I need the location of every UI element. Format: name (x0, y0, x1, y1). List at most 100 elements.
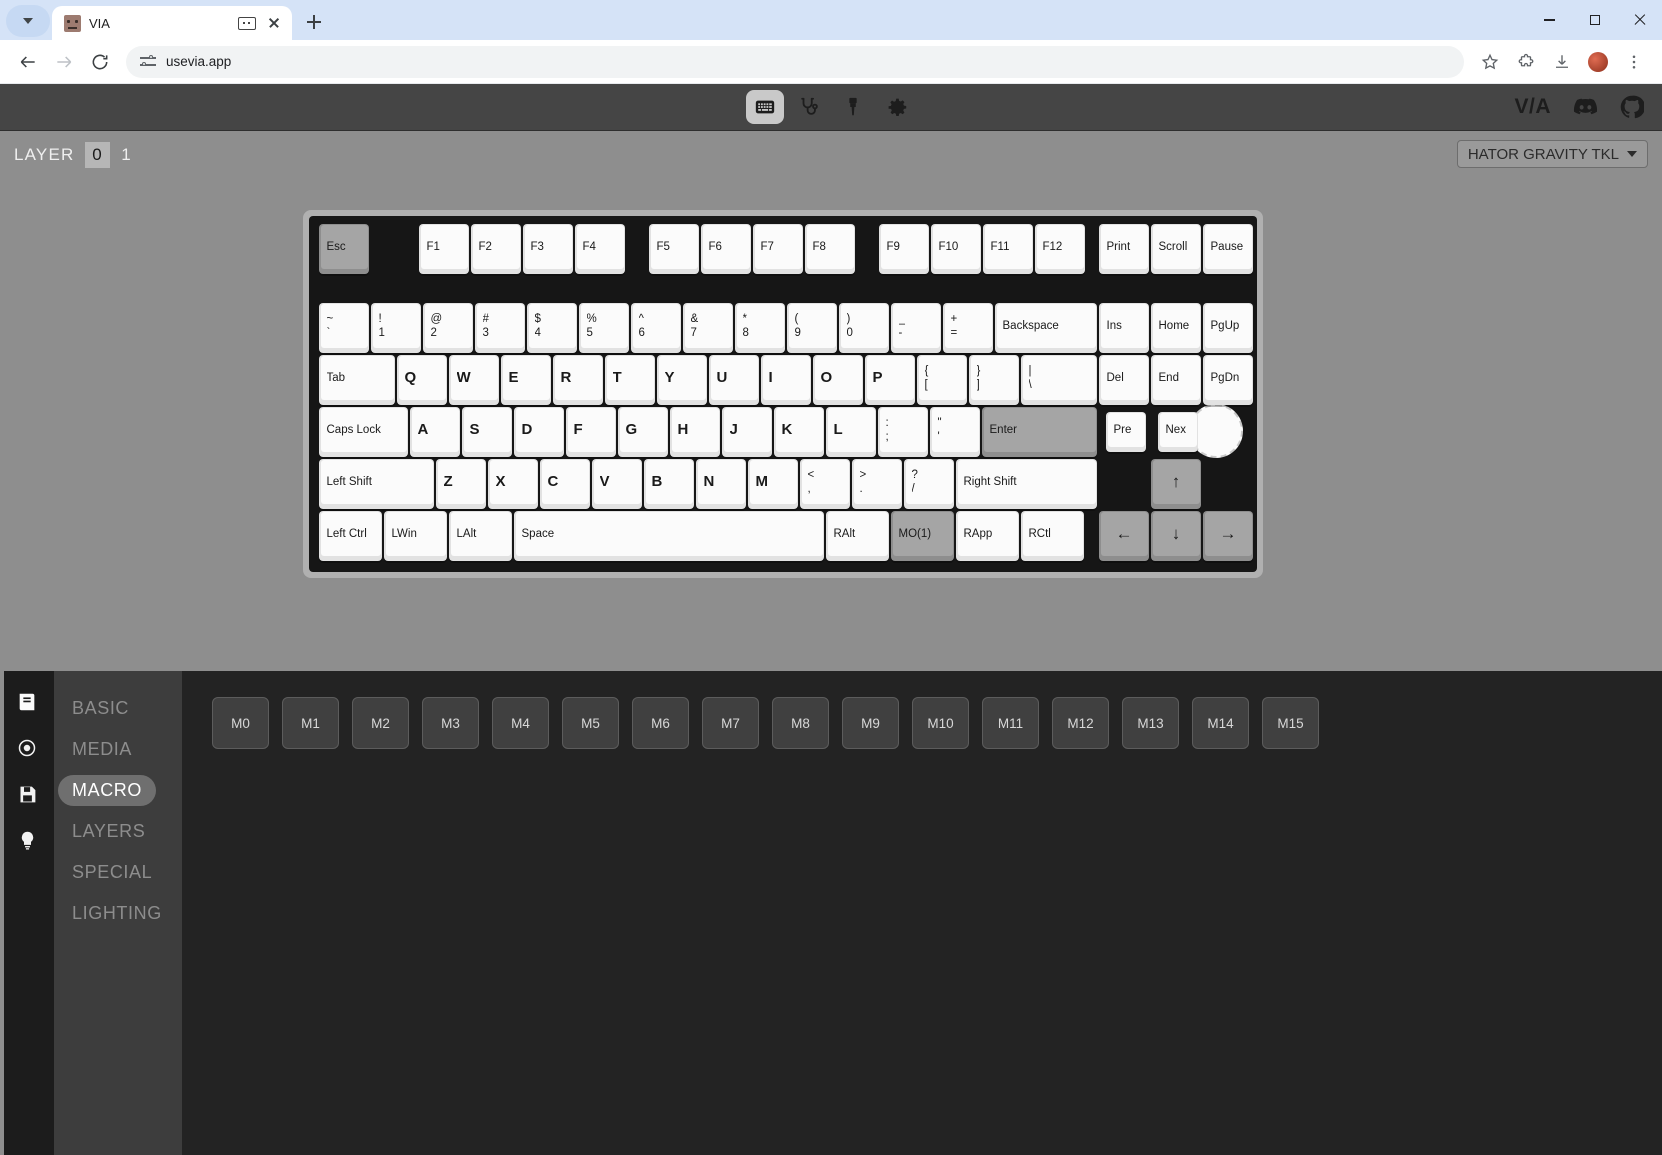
keycap[interactable]: ! 1 (371, 303, 421, 353)
keycap[interactable]: ? / (904, 459, 954, 509)
browser-tab[interactable]: VIA (52, 6, 292, 40)
keycap[interactable]: RCtl (1021, 511, 1084, 561)
macro-button[interactable]: M6 (632, 697, 689, 749)
keycap[interactable]: Enter (982, 407, 1097, 457)
reload-button[interactable] (84, 46, 116, 78)
keycap[interactable]: F4 (575, 224, 625, 274)
keycap[interactable]: Left Ctrl (319, 511, 382, 561)
keycap[interactable]: MO(1) (891, 511, 954, 561)
keycap[interactable]: % 5 (579, 303, 629, 353)
keycap[interactable]: * 8 (735, 303, 785, 353)
keycap[interactable]: H (670, 407, 720, 457)
keycap[interactable]: RApp (956, 511, 1019, 561)
keycap[interactable]: B (644, 459, 694, 509)
keycap[interactable]: >. (852, 459, 902, 509)
keycap[interactable]: Print (1099, 224, 1149, 274)
keycap[interactable]: F (566, 407, 616, 457)
keyboard-select[interactable]: HATOR GRAVITY TKL (1456, 140, 1648, 168)
keycap[interactable]: #3 (475, 303, 525, 353)
macro-button[interactable]: M5 (562, 697, 619, 749)
keycap[interactable]: Caps Lock (319, 407, 408, 457)
macro-button[interactable]: M10 (912, 697, 969, 749)
keycap[interactable]: :; (878, 407, 928, 457)
keycap[interactable]: A (410, 407, 460, 457)
keycap[interactable]: I (761, 355, 811, 405)
keycap[interactable]: Scroll (1151, 224, 1201, 274)
nav-configure-button[interactable] (746, 90, 784, 124)
keycap[interactable]: F8 (805, 224, 855, 274)
category-layers[interactable]: LAYERS (58, 816, 159, 847)
keycap[interactable]: F1 (419, 224, 469, 274)
keycap[interactable]: | \ (1021, 355, 1097, 405)
nav-debug-button[interactable] (790, 90, 828, 124)
keycap[interactable]: L (826, 407, 876, 457)
keycap[interactable]: Tab (319, 355, 395, 405)
browser-menu-button[interactable] (1618, 46, 1650, 78)
keycap[interactable]: Home (1151, 303, 1201, 353)
keycap[interactable]: & 7 (683, 303, 733, 353)
keycap[interactable]: W (449, 355, 499, 405)
category-lighting[interactable]: LIGHTING (58, 898, 176, 929)
keycap[interactable]: @2 (423, 303, 473, 353)
keycap[interactable]: U (709, 355, 759, 405)
keycap[interactable]: F7 (753, 224, 803, 274)
keycap[interactable]: S (462, 407, 512, 457)
keycap[interactable]: Z (436, 459, 486, 509)
keycap[interactable]: F6 (701, 224, 751, 274)
keycap[interactable]: T (605, 355, 655, 405)
keycap[interactable]: R (553, 355, 603, 405)
category-basic[interactable]: BASIC (58, 693, 143, 724)
keycap[interactable]: Left Shift (319, 459, 434, 509)
tab-search-button[interactable] (6, 5, 50, 37)
github-link[interactable] (1620, 95, 1644, 119)
keycap[interactable]: F9 (879, 224, 929, 274)
keycap[interactable]: Right Shift (956, 459, 1097, 509)
layer-button-1[interactable]: 1 (114, 142, 139, 168)
macro-button[interactable]: M4 (492, 697, 549, 749)
keycap[interactable]: F12 (1035, 224, 1085, 274)
macro-button[interactable]: M3 (422, 697, 479, 749)
keycap[interactable]: G (618, 407, 668, 457)
keycap[interactable]: X (488, 459, 538, 509)
maximize-button[interactable] (1572, 0, 1617, 40)
macro-button[interactable]: M11 (982, 697, 1039, 749)
macro-button[interactable]: M12 (1052, 697, 1109, 749)
keycap[interactable]: J (722, 407, 772, 457)
close-icon[interactable] (264, 13, 284, 33)
macro-button[interactable]: M0 (212, 697, 269, 749)
keycap[interactable]: Ins (1099, 303, 1149, 353)
keycap[interactable]: End (1151, 355, 1201, 405)
keycap[interactable]: C (540, 459, 590, 509)
keycap[interactable]: $4 (527, 303, 577, 353)
keycap[interactable]: Q (397, 355, 447, 405)
keycap[interactable]: E (501, 355, 551, 405)
keycap[interactable]: N (696, 459, 746, 509)
rail-save-button[interactable] (12, 779, 42, 809)
nav-settings-button[interactable] (878, 90, 916, 124)
keycap[interactable]: Pause (1203, 224, 1253, 274)
keycap[interactable]: Backspace (995, 303, 1097, 353)
address-bar[interactable]: usevia.app (126, 45, 1464, 78)
keycap[interactable]: LWin (384, 511, 447, 561)
layer-button-0[interactable]: 0 (84, 142, 110, 168)
keycap[interactable]: Pre (1106, 412, 1146, 452)
keycap[interactable]: F10 (931, 224, 981, 274)
keycap[interactable]: Del (1099, 355, 1149, 405)
macro-button[interactable]: M15 (1262, 697, 1319, 749)
keycap[interactable]: ^ 6 (631, 303, 681, 353)
keycap[interactable]: PgDn (1203, 355, 1253, 405)
keycap[interactable]: F5 (649, 224, 699, 274)
keycap[interactable]: LAlt (449, 511, 512, 561)
keycap[interactable]: <, (800, 459, 850, 509)
keycap[interactable]: M (748, 459, 798, 509)
macro-button[interactable]: M1 (282, 697, 339, 749)
keycap[interactable]: Y (657, 355, 707, 405)
keycap[interactable]: {[ (917, 355, 967, 405)
back-button[interactable] (12, 46, 44, 78)
keycap[interactable]: D (514, 407, 564, 457)
close-window-button[interactable] (1617, 0, 1662, 40)
keycap[interactable]: ~ ` (319, 303, 369, 353)
rail-lighting-button[interactable] (12, 825, 42, 855)
macro-button[interactable]: M13 (1122, 697, 1179, 749)
rail-keymap-button[interactable] (12, 687, 42, 717)
